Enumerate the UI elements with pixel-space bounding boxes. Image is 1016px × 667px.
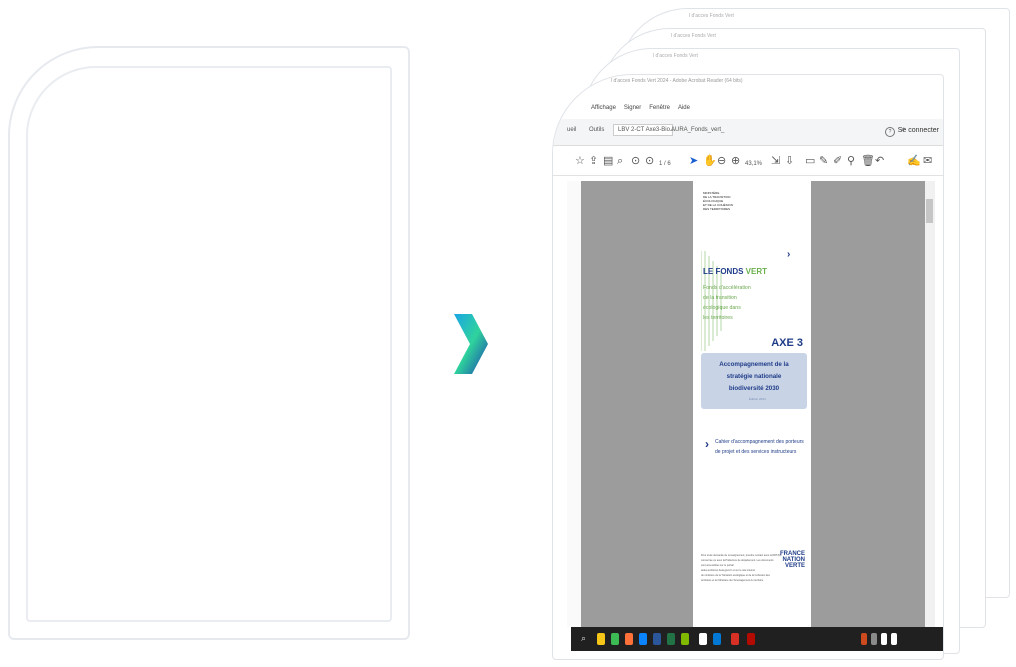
chevron-right-icon: ›: [787, 249, 791, 260]
help-icon[interactable]: ?: [885, 127, 895, 137]
title-part-1: LE FONDS: [703, 267, 746, 276]
tray-icon[interactable]: [881, 633, 887, 645]
edition-year: Édition 2024: [749, 397, 766, 401]
stack-title: l d'acces Fonds Vert: [689, 13, 734, 19]
edge-icon[interactable]: [639, 633, 647, 645]
firefox-icon[interactable]: [625, 633, 633, 645]
tab-home[interactable]: ueil: [567, 127, 576, 133]
app-icon[interactable]: [681, 633, 689, 645]
tab-tools[interactable]: Outils: [589, 127, 604, 133]
tab-document[interactable]: LBV 2-CT Axe3-Bio...: [613, 124, 675, 136]
toolbar: ☆ ⇪ ▤ ⌕ ⊙ ⊙ 1 / 6 ➤ ✋ ⊖ ⊕ 43,1% ⇲ ⇩ ▭ ✎ …: [553, 147, 943, 176]
axe-box: Accompagnement de la stratégie nationale…: [701, 353, 807, 409]
fonds-vert-title: LE FONDS VERT: [703, 267, 767, 276]
stack-title: l d'acces Fonds Vert: [671, 33, 716, 39]
taskbar: ⌕: [571, 627, 943, 651]
tab-bar: ueil Outils LBV 2-CT Axe3-Bio... AURA_Fo…: [553, 119, 943, 146]
zoom-out-icon[interactable]: ⊖: [717, 155, 726, 167]
signin-button[interactable]: Se connecter: [898, 127, 939, 134]
search-icon[interactable]: ⌕: [617, 155, 623, 167]
star-icon[interactable]: ☆: [575, 155, 585, 167]
pdf-page: MINISTÈRE DE LA TRANSITION ÉCOLOGIQUE ET…: [693, 181, 811, 627]
tray-icon[interactable]: [861, 633, 867, 645]
page-down-icon[interactable]: ⊙: [645, 155, 654, 167]
tray-icon[interactable]: [871, 633, 877, 645]
footnote-text: Pour toute demande de renseignement, pre…: [701, 554, 782, 582]
stamp-icon[interactable]: ⚲: [847, 155, 855, 167]
side-panel-strip: [567, 181, 581, 627]
chrome-icon[interactable]: [611, 633, 619, 645]
excel-icon[interactable]: [667, 633, 675, 645]
stack-title: l d'acces Fonds Vert: [653, 53, 698, 59]
chevron-right-icon: ›: [705, 437, 709, 451]
hand-tool-icon[interactable]: ✋: [703, 155, 717, 167]
scroll-thumb[interactable]: [926, 199, 933, 223]
tray-icon[interactable]: [891, 633, 897, 645]
acrobat-reader-icon[interactable]: [747, 633, 755, 645]
page-indicator[interactable]: 1 / 6: [659, 158, 671, 170]
search-icon[interactable]: ⌕: [581, 633, 586, 645]
menu-aide[interactable]: Aide: [678, 105, 690, 111]
cahier-text: Cahier d'accompagnement des porteurs de …: [715, 439, 804, 455]
tab-other-document[interactable]: AURA_Fonds_vert_: [671, 127, 724, 133]
axe-heading: Accompagnement de la stratégie nationale…: [719, 361, 789, 392]
menu-affichage[interactable]: Affichage: [591, 105, 616, 111]
chevron-right-icon: [454, 314, 488, 374]
page-up-icon[interactable]: ⊙: [631, 155, 640, 167]
window-title: l d'acces Fonds Vert 2024 - Adobe Acroba…: [611, 78, 743, 84]
highlight-icon[interactable]: ✐: [833, 155, 842, 167]
menu-fenetre[interactable]: Fenêtre: [649, 105, 670, 111]
pdf-reader-screenshot: l d'acces Fonds Vert 2024 - Adobe Acroba…: [552, 74, 944, 660]
axe-label: AXE 3: [771, 337, 803, 349]
app-icon[interactable]: [699, 633, 707, 645]
menu-bar: Affichage Signer Fenêtre Aide: [591, 105, 690, 111]
zoom-level[interactable]: 43,1%: [745, 158, 762, 170]
ministry-logo-text: MINISTÈRE DE LA TRANSITION ÉCOLOGIQUE ET…: [703, 191, 733, 211]
zoom-in-icon[interactable]: ⊕: [731, 155, 740, 167]
empty-card-inner: [26, 66, 392, 622]
vertical-scrollbar[interactable]: [925, 181, 935, 627]
undo-icon[interactable]: ↶: [875, 155, 884, 167]
scroll-mode-icon[interactable]: ⇩: [785, 155, 794, 167]
outlook-icon[interactable]: [713, 633, 721, 645]
fit-page-icon[interactable]: ⇲: [771, 155, 780, 167]
acrobat-icon[interactable]: [731, 633, 739, 645]
upload-icon[interactable]: ⇪: [589, 155, 598, 167]
france-nation-verte-logo: FRANCE NATION VERTE: [780, 551, 805, 569]
comment-icon[interactable]: ▭: [805, 155, 815, 167]
select-tool-icon[interactable]: ➤: [689, 155, 698, 167]
delete-icon[interactable]: 🗑: [861, 155, 875, 167]
menu-signer[interactable]: Signer: [624, 105, 641, 111]
fonds-subtitle: Fonds d'accélération de la transition éc…: [703, 285, 751, 321]
file-explorer-icon[interactable]: [597, 633, 605, 645]
word-icon[interactable]: [653, 633, 661, 645]
print-icon[interactable]: ▤: [603, 155, 613, 167]
title-part-2: VERT: [745, 267, 768, 276]
mail-icon[interactable]: ✉: [923, 155, 932, 167]
sign-icon[interactable]: ✍: [907, 155, 921, 167]
pen-icon[interactable]: ✎: [819, 155, 828, 167]
